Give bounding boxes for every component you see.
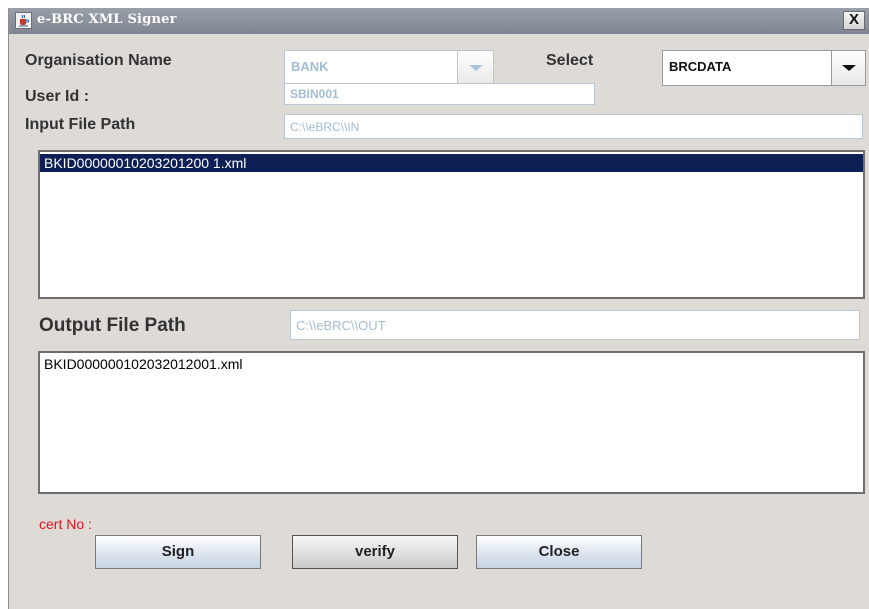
select-combo[interactable]: BRCDATA xyxy=(662,50,866,86)
close-icon[interactable]: X xyxy=(843,11,865,30)
title-bar[interactable]: e-BRC XML Signer X xyxy=(9,8,869,34)
input-file-path-field: C:\\eBRC\\IN xyxy=(284,114,863,139)
desktop-backdrop xyxy=(0,0,869,8)
output-file-path-label: Output File Path xyxy=(39,315,186,336)
organisation-name-label: Organisation Name xyxy=(25,52,172,69)
triangle-down-icon xyxy=(841,65,856,71)
user-id-field: SBIN001 xyxy=(284,83,595,105)
input-file-item[interactable]: BKID00000010203201200 1.xml xyxy=(40,154,863,172)
output-file-path-field: C:\\eBRC\\OUT xyxy=(290,310,860,340)
triangle-down-icon xyxy=(468,65,483,71)
java-coffee-cup-icon xyxy=(15,12,32,29)
user-id-label: User Id : xyxy=(25,88,90,105)
organisation-combo: BANK xyxy=(284,50,494,86)
verify-button[interactable]: verify xyxy=(292,535,458,569)
sign-button[interactable]: Sign xyxy=(95,535,261,569)
organisation-dropdown-button xyxy=(457,51,493,85)
output-file-list[interactable]: BKID000000102032012001.xml xyxy=(38,351,865,494)
close-button[interactable]: Close xyxy=(476,535,642,569)
select-label: Select xyxy=(546,52,594,69)
organisation-value: BANK xyxy=(291,59,329,74)
select-value: BRCDATA xyxy=(669,59,732,74)
select-dropdown-button[interactable] xyxy=(831,51,865,85)
input-file-list[interactable]: BKID00000010203201200 1.xml xyxy=(38,150,865,299)
output-file-item[interactable]: BKID000000102032012001.xml xyxy=(40,355,863,373)
input-file-path-label: Input File Path xyxy=(25,116,136,133)
cert-number-label: cert No : xyxy=(39,516,92,532)
window-title: e-BRC XML Signer xyxy=(37,12,177,27)
signer-window: e-BRC XML Signer X Organisation Name BAN… xyxy=(8,8,869,609)
